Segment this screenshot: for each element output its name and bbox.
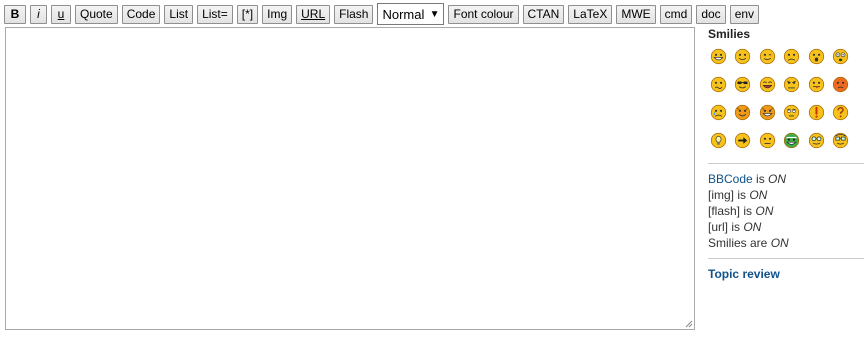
smiley-question-icon[interactable] bbox=[829, 100, 853, 124]
smiley-confused-icon[interactable] bbox=[706, 72, 730, 96]
italic-button[interactable]: i bbox=[30, 4, 47, 24]
img-button[interactable]: Img bbox=[262, 4, 293, 24]
chevron-down-icon: ▼ bbox=[429, 8, 440, 20]
smiley-razz-icon[interactable] bbox=[804, 72, 828, 96]
smiley-wink-icon[interactable] bbox=[755, 44, 779, 68]
smilies-grid bbox=[706, 44, 864, 156]
smiley-green-icon[interactable] bbox=[780, 128, 804, 152]
latex-button[interactable]: LaTeX bbox=[568, 4, 613, 24]
code-button[interactable]: Code bbox=[121, 4, 161, 24]
smiley-grin-icon[interactable] bbox=[706, 44, 730, 68]
doc-button[interactable]: doc bbox=[696, 4, 726, 24]
smiley-mad-icon[interactable] bbox=[780, 72, 804, 96]
divider bbox=[708, 163, 864, 164]
smiley-geek-icon[interactable] bbox=[804, 128, 828, 152]
smiley-cool-icon[interactable] bbox=[731, 72, 755, 96]
smilies-status: Smilies are ON bbox=[708, 236, 789, 250]
smiley-arrow-icon[interactable] bbox=[731, 128, 755, 152]
font-size-select[interactable]: Normal ▼ bbox=[377, 3, 445, 25]
smilies-heading: Smilies bbox=[708, 27, 751, 41]
quote-button[interactable]: Quote bbox=[75, 4, 118, 24]
smiley-exclaim-icon[interactable] bbox=[804, 100, 828, 124]
font-colour-button[interactable]: Font colour bbox=[448, 4, 519, 24]
img-status: [img] is ON bbox=[708, 188, 768, 202]
ordered-list-button[interactable]: List= bbox=[197, 4, 233, 24]
divider bbox=[708, 258, 864, 259]
smiley-smile-icon[interactable] bbox=[731, 44, 755, 68]
flash-button[interactable]: Flash bbox=[334, 4, 374, 24]
url-state: ON bbox=[743, 220, 762, 234]
smiley-embarrassed-icon[interactable] bbox=[829, 72, 853, 96]
ctan-button[interactable]: CTAN bbox=[522, 4, 565, 24]
topic-review-link[interactable]: Topic review bbox=[708, 267, 864, 281]
list-button[interactable]: List bbox=[164, 4, 194, 24]
flash-state: ON bbox=[755, 204, 774, 218]
flash-status: [flash] is ON bbox=[708, 204, 774, 218]
smiley-uber-geek-icon[interactable] bbox=[829, 128, 853, 152]
resize-grip-icon[interactable] bbox=[685, 320, 693, 328]
editor-sidebar: Smilies BBCode is ON [img] is ON [flash]… bbox=[708, 27, 864, 281]
font-size-value: Normal bbox=[382, 6, 425, 22]
posting-options-status: BBCode is ON [img] is ON [flash] is ON [… bbox=[708, 171, 864, 251]
smiley-shocked-icon[interactable] bbox=[829, 44, 853, 68]
smiley-crying-icon[interactable] bbox=[706, 100, 730, 124]
bbcode-link[interactable]: BBCode bbox=[708, 172, 753, 186]
underline-button[interactable]: u bbox=[51, 4, 71, 24]
bbcode-toolbar: B i u Quote Code List List= [*] Img URL … bbox=[4, 3, 760, 25]
message-editor bbox=[5, 27, 698, 333]
smiley-twisted-evil-icon[interactable] bbox=[755, 100, 779, 124]
list-item-button[interactable]: [*] bbox=[236, 4, 259, 24]
smiley-surprised-icon[interactable] bbox=[804, 44, 828, 68]
url-button[interactable]: URL bbox=[296, 4, 331, 24]
message-textarea[interactable] bbox=[6, 28, 698, 333]
bbcode-state: ON bbox=[768, 172, 787, 186]
smilies-state: ON bbox=[770, 236, 789, 250]
smiley-laughing-icon[interactable] bbox=[755, 72, 779, 96]
smiley-sad-icon[interactable] bbox=[780, 44, 804, 68]
mwe-button[interactable]: MWE bbox=[616, 4, 656, 24]
smiley-evil-icon[interactable] bbox=[731, 100, 755, 124]
bbcode-status: BBCode is ON bbox=[708, 172, 787, 186]
env-button[interactable]: env bbox=[729, 4, 760, 24]
bold-button[interactable]: B bbox=[4, 4, 26, 24]
img-state: ON bbox=[749, 188, 768, 202]
cmd-button[interactable]: cmd bbox=[659, 4, 693, 24]
smiley-rolling-eyes-icon[interactable] bbox=[780, 100, 804, 124]
smiley-neutral-icon[interactable] bbox=[755, 128, 779, 152]
smiley-idea-icon[interactable] bbox=[706, 128, 730, 152]
url-status: [url] is ON bbox=[708, 220, 762, 234]
